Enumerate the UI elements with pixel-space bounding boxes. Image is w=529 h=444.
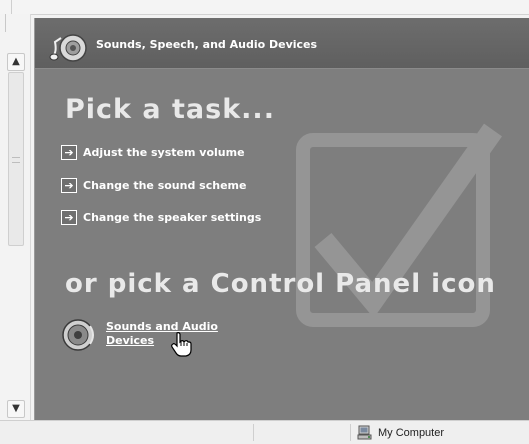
speaker-notes-icon — [49, 34, 87, 62]
scroll-thumb[interactable] — [8, 72, 24, 246]
arrow-right-icon: ➔ — [61, 177, 77, 193]
scroll-track-edge — [5, 14, 6, 32]
task-change-speaker-settings-link[interactable]: ➔ Change the speaker settings — [61, 208, 261, 226]
security-zone-label: My Computer — [378, 426, 445, 439]
top-frame — [0, 0, 529, 15]
vertical-scrollbar[interactable]: ▲ ▼ — [0, 14, 31, 420]
arrow-right-icon: ➔ — [61, 209, 77, 225]
status-separator — [350, 424, 351, 441]
frame-divider — [11, 0, 12, 14]
status-separator — [253, 424, 254, 441]
status-bar: My Computer — [0, 420, 529, 444]
security-zone: My Computer — [357, 424, 444, 441]
panel-title: Sounds, Speech, and Audio Devices — [96, 38, 318, 51]
panel-header: Sounds, Speech, and Audio Devices — [35, 18, 529, 69]
scroll-up-button[interactable]: ▲ — [7, 53, 25, 71]
control-panel-heading: or pick a Control Panel icon — [65, 269, 496, 299]
speaker-icon[interactable] — [61, 318, 97, 352]
hand-pointer-cursor-icon — [171, 332, 192, 357]
task-change-sound-scheme-link[interactable]: ➔ Change the sound scheme — [61, 176, 246, 194]
task-label: Change the speaker settings — [83, 210, 262, 224]
task-adjust-volume-link[interactable]: ➔ Adjust the system volume — [61, 143, 245, 161]
task-label: Adjust the system volume — [83, 145, 245, 159]
task-label: Change the sound scheme — [83, 178, 247, 192]
category-panel: Sounds, Speech, and Audio Devices Pick a… — [34, 18, 529, 420]
chevron-up-icon: ▲ — [12, 56, 20, 67]
checkmark-watermark-icon — [296, 123, 502, 327]
scroll-down-button[interactable]: ▼ — [7, 400, 25, 418]
computer-icon — [357, 425, 372, 439]
arrow-right-icon: ➔ — [61, 144, 77, 160]
chevron-down-icon: ▼ — [12, 403, 20, 414]
pick-task-heading: Pick a task... — [65, 94, 275, 125]
